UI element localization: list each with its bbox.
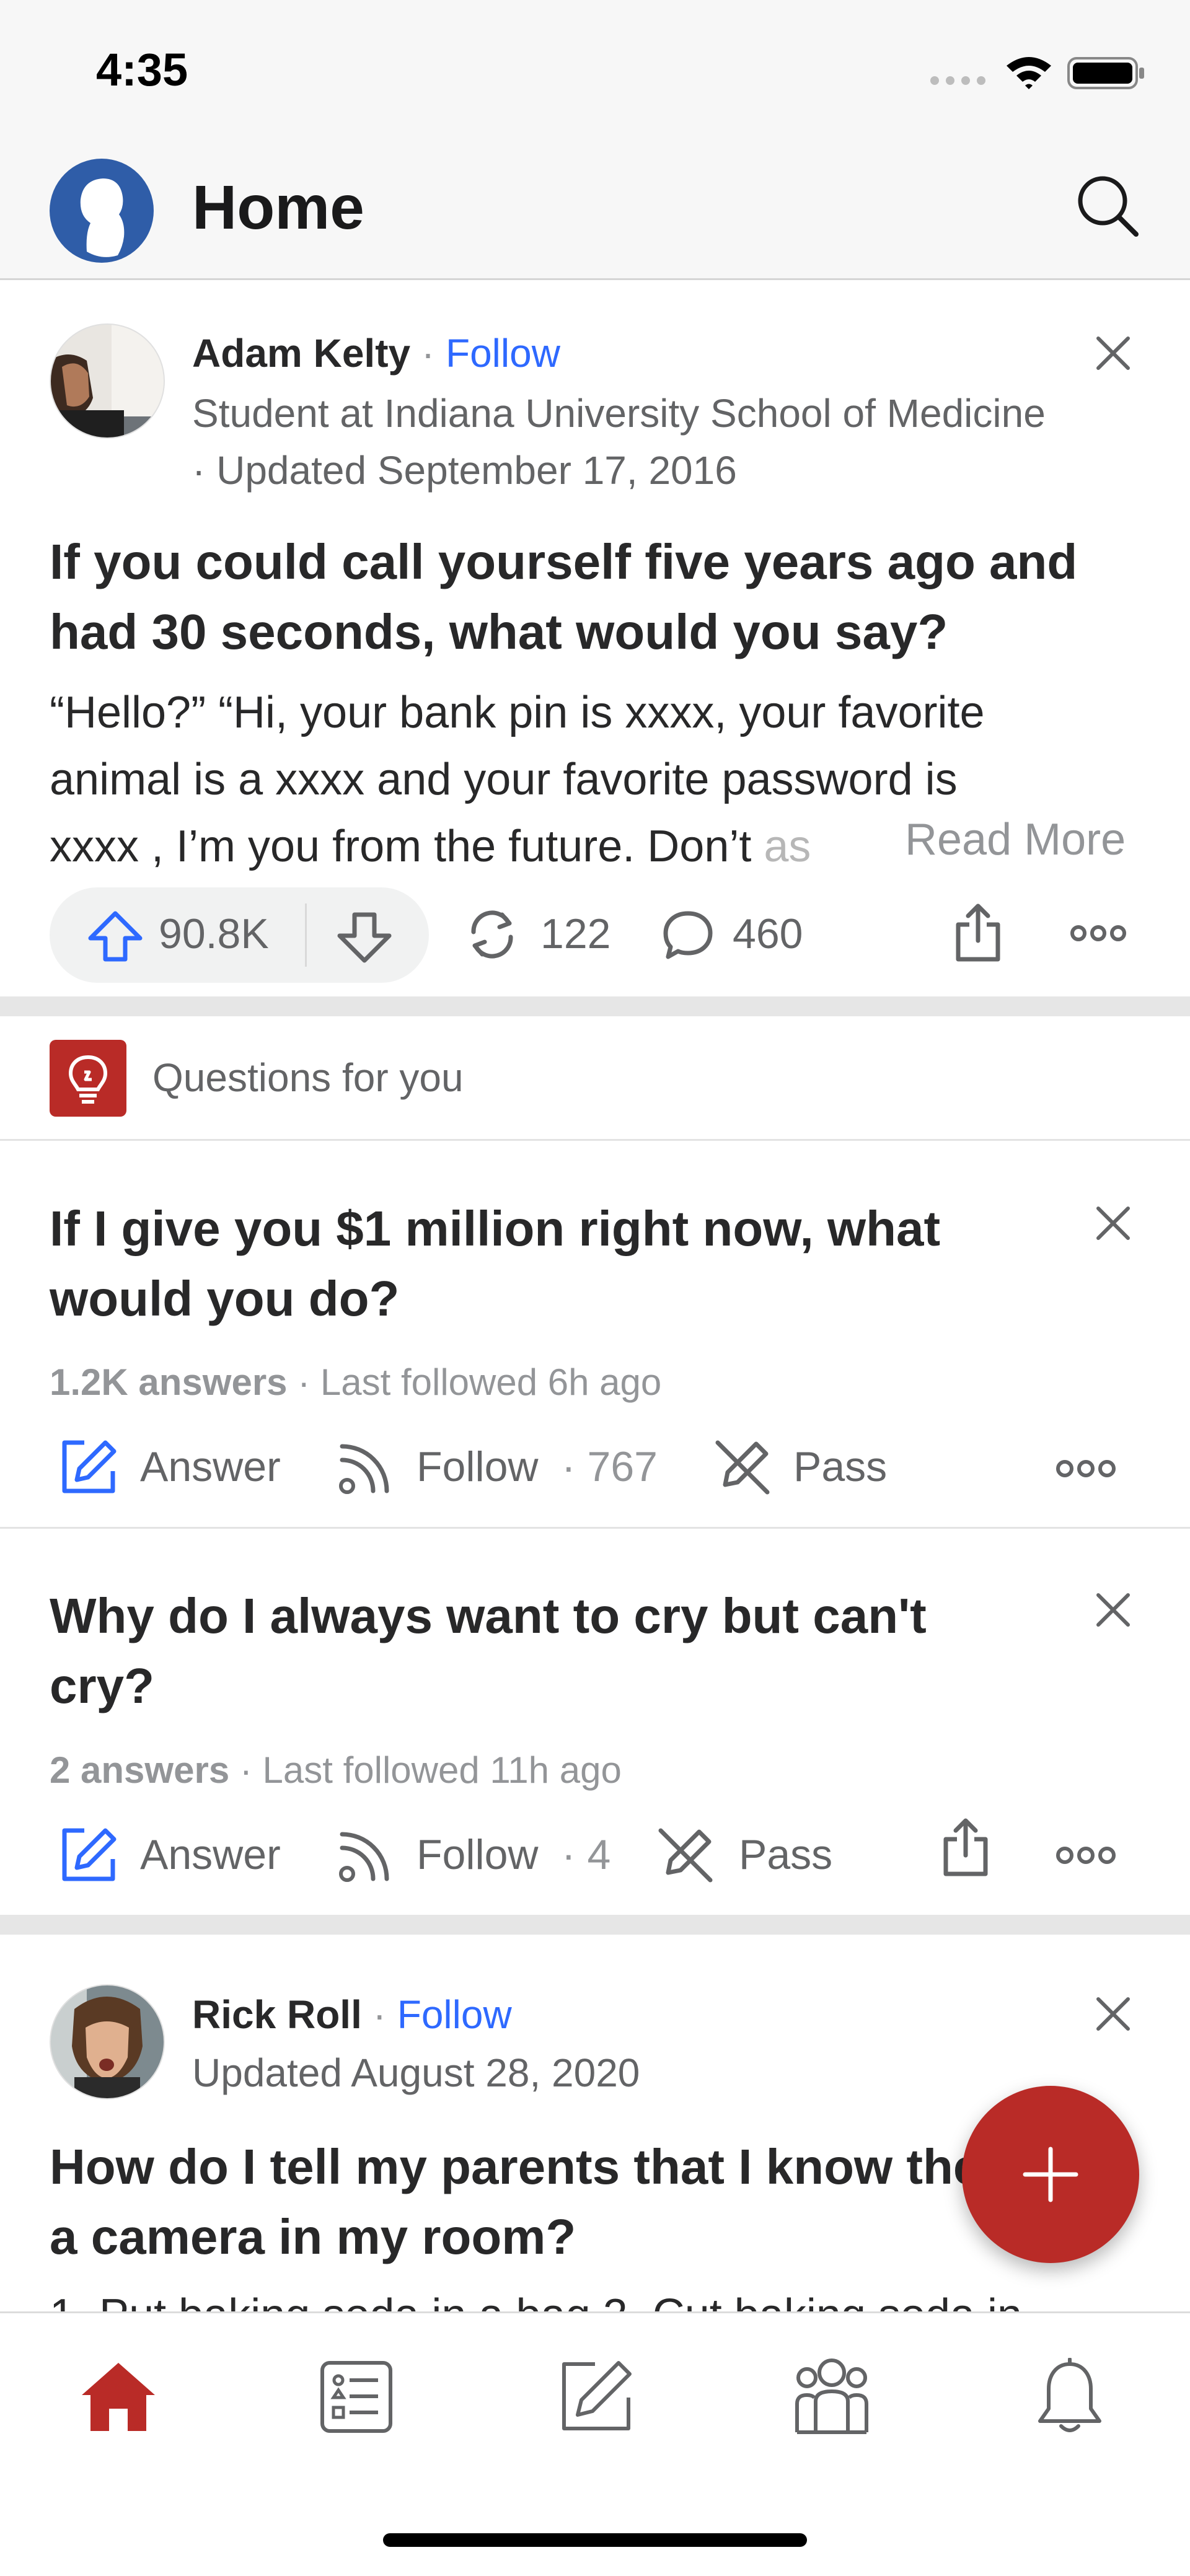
- more-options-icon[interactable]: [1055, 1457, 1117, 1480]
- question-title[interactable]: If you could call yourself five years ag…: [50, 527, 1153, 667]
- answer-preview[interactable]: 1. Put baking soda in a bag 2. Cut bakin…: [50, 2282, 1165, 2311]
- share-icon[interactable]: [952, 902, 1004, 964]
- separator-dot: ·: [372, 1992, 386, 2037]
- dismiss-close-icon[interactable]: [1095, 1995, 1132, 2033]
- answer-count[interactable]: 1.2K answers: [50, 1361, 288, 1403]
- author-credential: Student at Indiana University School of …: [192, 391, 1046, 436]
- divider: [0, 1139, 1190, 1141]
- repost-count: 122: [540, 910, 611, 957]
- author-byline: Rick Roll · Follow: [192, 1992, 512, 2038]
- cellular-signal-icon: [930, 74, 987, 87]
- author-name[interactable]: Adam Kelty: [192, 331, 410, 376]
- home-indicator[interactable]: [383, 2533, 807, 2547]
- wifi-icon: [1004, 55, 1054, 90]
- author-avatar[interactable]: [50, 323, 165, 439]
- comment-icon[interactable]: [662, 908, 714, 961]
- dismiss-close-icon[interactable]: [1095, 1591, 1132, 1629]
- updated-date: · Updated September 17, 2016: [192, 448, 737, 493]
- author-avatar[interactable]: [50, 1984, 165, 2099]
- section-divider: [0, 1915, 1190, 1935]
- vote-pill: 90.8K: [50, 887, 429, 983]
- question-title[interactable]: Why do I always want to cry but can't cr…: [50, 1581, 1016, 1721]
- question-title[interactable]: If I give you $1 million right now, what…: [50, 1193, 1016, 1334]
- separator-dot: ·: [421, 331, 435, 376]
- author-byline: Adam Kelty · Follow: [192, 330, 560, 376]
- divider: [0, 1527, 1190, 1529]
- follow-question-label[interactable]: Follow: [416, 1831, 539, 1879]
- upvote-count: 90.8K: [159, 910, 269, 957]
- answer-list-icon[interactable]: [319, 2359, 394, 2435]
- answer-button-label[interactable]: Answer: [140, 1831, 281, 1879]
- follow-author-link[interactable]: Follow: [397, 1992, 512, 2037]
- dismiss-close-icon[interactable]: [1095, 1205, 1132, 1242]
- updated-date: Updated August 28, 2020: [192, 2051, 640, 2095]
- pass-pencil-off-icon[interactable]: [713, 1438, 772, 1497]
- plus-icon: [1023, 2147, 1078, 2202]
- pass-pencil-off-icon[interactable]: [656, 1826, 715, 1885]
- share-repost-icon[interactable]: [464, 906, 521, 963]
- answer-count[interactable]: 2 answers: [50, 1749, 229, 1791]
- follow-count: · 4: [562, 1831, 611, 1878]
- dismiss-close-icon[interactable]: [1095, 335, 1132, 372]
- comment-count: 460: [733, 910, 803, 957]
- answer-preview-line: animal is a xxxx and your favorite passw…: [50, 755, 958, 804]
- status-bar: 4:35: [0, 0, 1190, 143]
- faded-text: as: [764, 822, 811, 871]
- section-label: Questions for you: [152, 1055, 464, 1100]
- app-header: Home: [0, 143, 1190, 280]
- last-followed: · Last followed 6h ago: [298, 1361, 662, 1403]
- vote-divider: [305, 903, 307, 967]
- pass-label[interactable]: Pass: [739, 1831, 832, 1879]
- share-icon[interactable]: [940, 1817, 992, 1879]
- add-question-button[interactable]: [962, 2086, 1139, 2263]
- answer-button-label[interactable]: Answer: [140, 1443, 281, 1491]
- page-title: Home: [192, 173, 364, 242]
- battery-icon: [1067, 57, 1145, 89]
- more-options-icon[interactable]: [1055, 1844, 1117, 1866]
- follow-count: · 767: [562, 1443, 658, 1490]
- write-icon[interactable]: [559, 2359, 633, 2433]
- answer-pencil-icon[interactable]: [60, 1826, 118, 1884]
- notifications-bell-icon[interactable]: [1035, 2358, 1104, 2436]
- status-time: 4:35: [96, 44, 188, 95]
- answers-meta: 2 answers · Last followed 11h ago: [50, 1749, 622, 1791]
- downvote-icon[interactable]: [336, 911, 393, 964]
- last-followed: · Last followed 11h ago: [239, 1749, 622, 1791]
- more-options-icon[interactable]: [1070, 923, 1127, 943]
- author-name[interactable]: Rick Roll: [192, 1992, 362, 2037]
- spaces-icon[interactable]: [793, 2354, 870, 2436]
- lightbulb-icon: [50, 1040, 126, 1117]
- answer-preview-line: “Hello?” “Hi, your bank pin is xxxx, you…: [50, 688, 985, 737]
- read-more-link[interactable]: Read More: [905, 814, 1126, 865]
- answer-pencil-icon[interactable]: [60, 1438, 118, 1496]
- upvote-icon[interactable]: [87, 910, 144, 963]
- answers-meta: 1.2K answers · Last followed 6h ago: [50, 1361, 661, 1404]
- follow-author-link[interactable]: Follow: [446, 331, 560, 376]
- follow-rss-icon[interactable]: [338, 1439, 393, 1496]
- pass-label[interactable]: Pass: [793, 1443, 887, 1491]
- follow-rss-icon[interactable]: [338, 1827, 393, 1884]
- section-divider: [0, 996, 1190, 1016]
- follow-question-label[interactable]: Follow: [416, 1443, 539, 1491]
- home-icon[interactable]: [78, 2359, 159, 2433]
- search-icon[interactable]: [1075, 174, 1140, 238]
- profile-avatar[interactable]: [50, 159, 154, 263]
